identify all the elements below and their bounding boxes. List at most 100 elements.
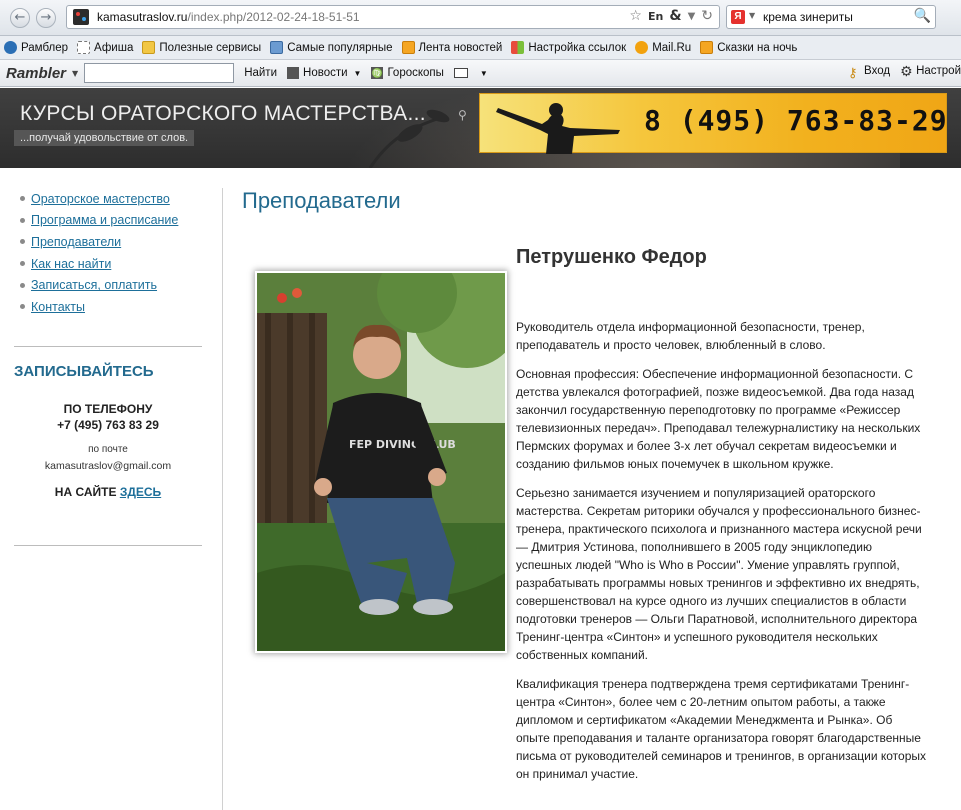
bookmark-useful-services[interactable]: Полезные сервисы: [142, 41, 261, 54]
bullet-icon: [20, 196, 25, 202]
star-page-icon: [270, 41, 284, 54]
bio-paragraph: Квалификация тренера подтверждена тремя …: [516, 677, 926, 781]
bookmark-rambler[interactable]: Рамблер: [4, 41, 68, 54]
horoscopes-label: Гороскопы: [387, 67, 444, 79]
bookmark-link-settings[interactable]: Настройка ссылок: [511, 41, 626, 54]
bookmark-label: Афиша: [94, 41, 134, 54]
rambler-logo[interactable]: Rambler: [6, 65, 66, 82]
signup-heading: ЗАПИСЫВАЙТЕСЬ: [14, 363, 154, 380]
sidebar-link[interactable]: Ораторское мастерство: [31, 192, 170, 206]
rambler-icon: [4, 41, 17, 54]
bookmark-label: Самые популярные: [287, 41, 393, 54]
sidebar-item-find-us: Как нас найти: [20, 253, 222, 275]
sidebar-item-teachers: Преподаватели: [20, 231, 222, 253]
windows-icon: [511, 41, 525, 54]
translate-icon[interactable]: En: [648, 10, 663, 23]
phone-banner[interactable]: 8 (495) 763-83-29: [479, 93, 948, 154]
site-header: КУРСЫ ОРАТОРСКОГО МАСТЕРСТВА... ⚲ ...пол…: [0, 88, 961, 168]
bookmark-mailru[interactable]: Mail.Ru: [635, 41, 691, 54]
plant-silhouette-decoration: [368, 109, 450, 168]
by-phone-label: ПО ТЕЛЕФОНУ: [63, 402, 153, 416]
contact-phone: +7 (495) 763 83 29: [57, 418, 159, 432]
shirt-text: FEP DIVING CLUB: [349, 438, 456, 451]
on-site-label: НА САЙТЕ: [54, 485, 117, 499]
folder-icon: [142, 41, 156, 54]
reload-icon[interactable]: ↻: [701, 8, 713, 24]
bookmark-afisha[interactable]: Афиша: [77, 41, 133, 54]
bookmark-label: Сказки на ночь: [717, 41, 798, 54]
forward-button[interactable]: →: [36, 8, 56, 28]
sidebar-link[interactable]: Контакты: [31, 300, 85, 314]
rambler-dropdown-icon[interactable]: ▼: [72, 69, 78, 78]
rambler-news-button[interactable]: Новости ▼: [287, 67, 361, 79]
page-title: Преподаватели: [242, 188, 401, 213]
rambler-right-controls: ⚷ Вход ⚙ Настрой: [838, 63, 961, 80]
engine-dropdown-icon[interactable]: ▼: [749, 11, 755, 20]
search-magnifier-icon[interactable]: 🔍: [914, 8, 931, 24]
sidebar-link[interactable]: Как нас найти: [31, 257, 111, 271]
bullet-icon: [20, 304, 25, 310]
url-host: kamasutraslov.ru: [97, 10, 188, 24]
rss-icon: [700, 41, 714, 54]
key-icon: ⚷: [848, 65, 858, 80]
gear-icon: ⚙: [900, 63, 913, 79]
page-icon: [77, 41, 91, 54]
banner-phone-number: 8 (495) 763-83-29: [644, 104, 948, 137]
sidebar-link[interactable]: Преподаватели: [31, 235, 121, 249]
sidebar-nav: Ораторское мастерство Программа и распис…: [20, 188, 222, 318]
rambler-search-button[interactable]: Найти: [244, 67, 277, 79]
search-bar[interactable]: Я ▼ крема зинериты 🔍: [726, 5, 936, 29]
teacher-name: Петрушенко Федор: [516, 246, 707, 268]
header-search-icon[interactable]: ⚲: [458, 108, 467, 122]
back-button[interactable]: ←: [10, 8, 30, 28]
settings-button[interactable]: ⚙ Настрой: [900, 63, 961, 79]
url-path: /index.php/2012-02-24-18-51-51: [187, 10, 360, 24]
ampersand-icon[interactable]: &: [669, 8, 681, 24]
sidebar-link[interactable]: Программа и расписание: [31, 213, 178, 227]
sidebar-item-program: Программа и расписание: [20, 210, 222, 232]
bookmark-most-popular[interactable]: Самые популярные: [270, 41, 393, 54]
sidebar-item-contacts: Контакты: [20, 296, 222, 318]
sidebar-item-signup: Записаться, оплатить: [20, 274, 222, 296]
at-icon: [635, 41, 649, 54]
on-site-link[interactable]: ЗДЕСЬ: [120, 485, 161, 499]
bio-paragraph: Основная профессия: Обеспечение информац…: [516, 367, 921, 471]
jumping-man-silhouette: [496, 103, 620, 154]
sidebar-item-oratory: Ораторское мастерство: [20, 188, 222, 210]
mail-dropdown-icon[interactable]: ▼: [480, 69, 488, 78]
rambler-search-input[interactable]: [84, 63, 235, 83]
settings-label: Настрой: [916, 65, 961, 77]
column-divider: [222, 188, 223, 810]
left-sidebar: Ораторское мастерство Программа и распис…: [0, 188, 222, 546]
rambler-horoscopes-button[interactable]: ♍ Гороскопы: [371, 67, 444, 79]
bullet-icon: [20, 217, 25, 223]
search-query[interactable]: крема зинериты: [763, 10, 853, 24]
contact-block: ПО ТЕЛЕФОНУ +7 (495) 763 83 29 по почте …: [0, 402, 216, 499]
bookmark-news-feed[interactable]: Лента новостей: [401, 41, 502, 54]
address-bar[interactable]: kamasutraslov.ru/index.php/2012-02-24-18…: [66, 5, 720, 29]
bookmark-label: Полезные сервисы: [159, 41, 262, 54]
rambler-mail-button[interactable]: ▼: [453, 68, 488, 78]
bio-paragraph: Руководитель отдела информационной безоп…: [516, 320, 865, 352]
bookmark-fairy-tales[interactable]: Сказки на ночь: [700, 41, 797, 54]
login-button[interactable]: ⚷ Вход: [848, 65, 891, 80]
yandex-logo-icon[interactable]: Я: [731, 10, 745, 24]
teacher-photo: FEP DIVING CLUB: [257, 273, 505, 651]
news-dropdown-icon[interactable]: ▼: [354, 69, 362, 78]
site-title[interactable]: КУРСЫ ОРАТОРСКОГО МАСТЕРСТВА...: [20, 102, 426, 126]
bookmark-star-icon[interactable]: ☆: [629, 8, 642, 24]
rambler-toolbar: Rambler ▼ Найти Новости ▼ ♍ Гороскопы ▼ ⚷ В…: [0, 60, 961, 87]
dropdown-arrow-icon[interactable]: ▼: [688, 11, 696, 22]
sidebar-link[interactable]: Записаться, оплатить: [31, 278, 157, 292]
contact-email[interactable]: kamasutraslov@gmail.com: [0, 460, 216, 472]
login-label: Вход: [864, 65, 891, 77]
by-mail-label: по почте: [88, 444, 128, 455]
rss-icon: [401, 41, 415, 54]
bio-paragraph: Серьезно занимается изучением и популяри…: [516, 486, 922, 662]
address-bar-icons: ☆ En & ▼ ↻: [629, 8, 713, 24]
bookmarks-bar: Рамблер Афиша Полезные сервисы Самые поп…: [0, 36, 961, 60]
bullet-icon: [20, 282, 25, 288]
envelope-icon: [453, 68, 468, 78]
sidebar-divider: [14, 346, 202, 347]
browser-navigation-bar: ← → kamasutraslov.ru/index.php/2012-02-2…: [0, 0, 961, 36]
